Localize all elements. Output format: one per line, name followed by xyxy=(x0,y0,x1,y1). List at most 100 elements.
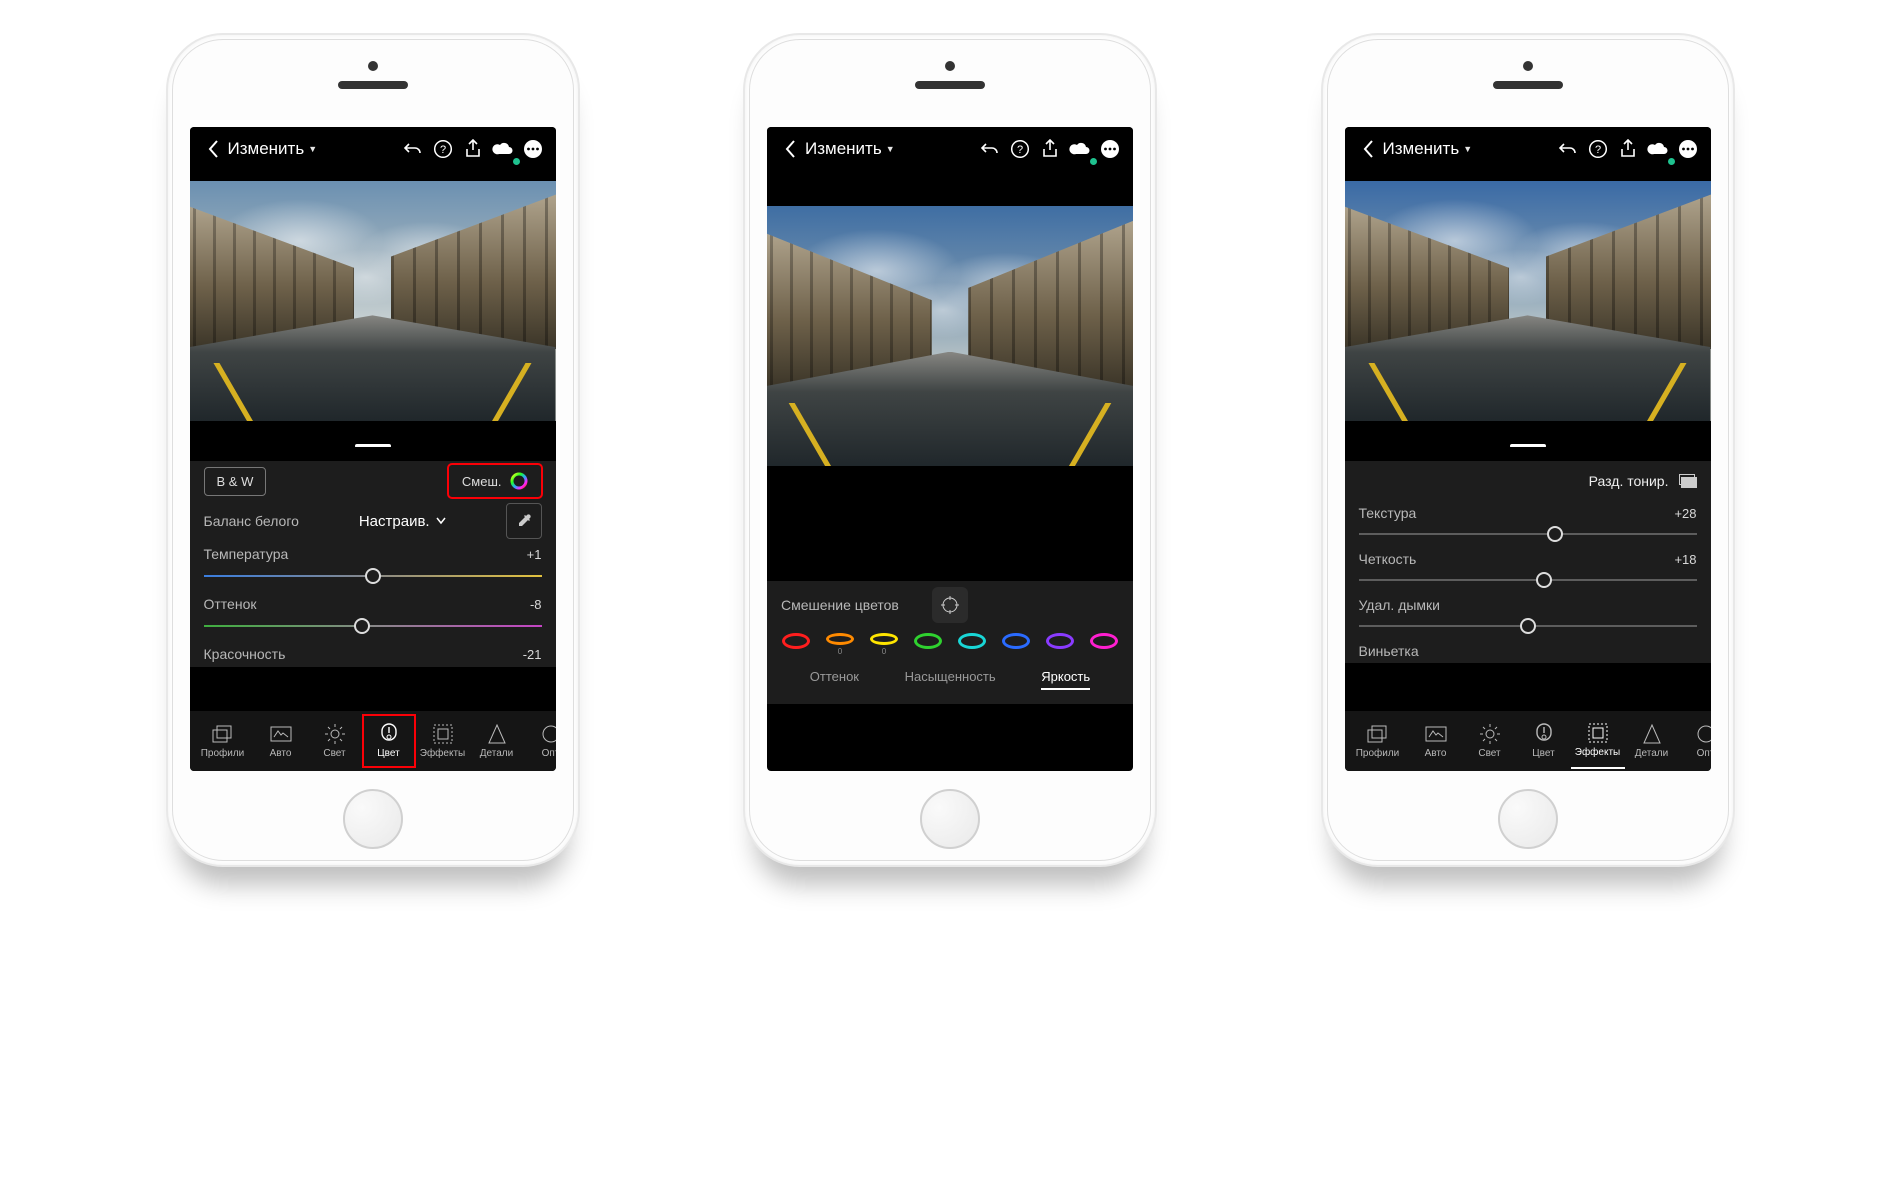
tool-optics[interactable]: Опт xyxy=(1679,714,1711,768)
home-button[interactable] xyxy=(1498,789,1558,849)
chevron-down-icon: ▼ xyxy=(886,144,895,154)
color-swatch[interactable] xyxy=(1093,633,1115,655)
mix-subtabs: Оттенок Насыщенность Яркость xyxy=(767,657,1133,704)
color-swatch[interactable] xyxy=(785,633,807,655)
topbar-title[interactable]: Изменить▼ xyxy=(805,139,895,159)
home-button[interactable] xyxy=(920,789,980,849)
phone-speaker xyxy=(338,81,408,89)
phone-mockup-2: Изменить▼ ? Смешение цветов 00 О xyxy=(745,35,1155,865)
clarity-value: +18 xyxy=(1674,552,1696,567)
tool-detail[interactable]: Детали xyxy=(1625,714,1679,768)
tool-profiles[interactable]: Профили xyxy=(196,714,250,768)
color-swatch-row: 00 xyxy=(767,629,1133,657)
eyedropper-button[interactable] xyxy=(506,503,542,539)
more-icon[interactable] xyxy=(1673,134,1703,164)
dehaze-slider[interactable] xyxy=(1359,617,1697,635)
subtab-luminance[interactable]: Яркость xyxy=(1041,669,1090,690)
color-swatch[interactable] xyxy=(1005,633,1027,655)
more-icon[interactable] xyxy=(518,134,548,164)
tool-effects[interactable]: Эффекты xyxy=(416,714,470,768)
eyedropper-icon xyxy=(515,512,533,530)
auto-icon xyxy=(1425,723,1447,745)
optics-icon xyxy=(540,723,556,745)
svg-text:?: ? xyxy=(439,144,445,156)
targeted-adjust-button[interactable] xyxy=(932,587,968,623)
share-icon[interactable] xyxy=(458,134,488,164)
color-swatch[interactable] xyxy=(961,633,983,655)
tool-profiles[interactable]: Профили xyxy=(1351,714,1405,768)
tool-optics[interactable]: Опт xyxy=(524,714,556,768)
color-swatch[interactable] xyxy=(917,633,939,655)
split-toning-button[interactable]: Разд. тонир. xyxy=(1589,473,1697,489)
undo-icon[interactable] xyxy=(975,134,1005,164)
help-icon[interactable]: ? xyxy=(428,134,458,164)
phone-mockup-1: Изменить▼ ? B & W Смеш. xyxy=(168,35,578,865)
tool-auto[interactable]: Авто xyxy=(1409,714,1463,768)
tool-color[interactable]: Цвет xyxy=(362,714,416,768)
bw-button[interactable]: B & W xyxy=(204,467,267,496)
subtab-hue[interactable]: Оттенок xyxy=(810,669,859,690)
home-button[interactable] xyxy=(343,789,403,849)
app-topbar: Изменить▼ ? xyxy=(767,127,1133,171)
photo-canvas[interactable] xyxy=(190,171,556,431)
share-icon[interactable] xyxy=(1035,134,1065,164)
cloud-sync-icon[interactable] xyxy=(1065,134,1095,164)
panel-drag-handle[interactable] xyxy=(355,444,391,448)
tint-slider[interactable] xyxy=(204,617,542,635)
temperature-slider[interactable] xyxy=(204,567,542,585)
color-swatch[interactable]: 0 xyxy=(873,633,895,655)
topbar-title[interactable]: Изменить▼ xyxy=(1383,139,1473,159)
app-screen-color: Изменить▼ ? B & W Смеш. xyxy=(190,127,556,771)
tool-light[interactable]: Свет xyxy=(1463,714,1517,768)
color-swatch[interactable]: 0 xyxy=(829,633,851,655)
undo-icon[interactable] xyxy=(398,134,428,164)
back-icon[interactable] xyxy=(775,134,805,164)
cloud-sync-icon[interactable] xyxy=(1643,134,1673,164)
profiles-icon xyxy=(212,723,234,745)
back-icon[interactable] xyxy=(1353,134,1383,164)
chevron-down-icon: ▼ xyxy=(308,144,317,154)
undo-icon[interactable] xyxy=(1553,134,1583,164)
phone-speaker xyxy=(1493,81,1563,89)
photo-canvas[interactable] xyxy=(767,171,1133,501)
tool-light[interactable]: Свет xyxy=(308,714,362,768)
color-mix-button[interactable]: Смеш. xyxy=(450,466,540,496)
target-icon xyxy=(940,595,960,615)
effects-panel: Разд. тонир. Текстура+28 Четкость+18 Уда… xyxy=(1345,461,1711,663)
tool-effects[interactable]: Эффекты xyxy=(1571,713,1625,769)
texture-label: Текстура xyxy=(1359,505,1417,521)
app-topbar: Изменить▼ ? xyxy=(1345,127,1711,171)
more-icon[interactable] xyxy=(1095,134,1125,164)
cloud-sync-icon[interactable] xyxy=(488,134,518,164)
tool-detail[interactable]: Детали xyxy=(470,714,524,768)
help-icon[interactable]: ? xyxy=(1583,134,1613,164)
temperature-value: +1 xyxy=(527,547,542,562)
light-icon xyxy=(324,723,346,745)
help-icon[interactable]: ? xyxy=(1005,134,1035,164)
texture-slider[interactable] xyxy=(1359,525,1697,543)
tool-color[interactable]: Цвет xyxy=(1517,714,1571,768)
temperature-label: Температура xyxy=(204,546,289,562)
dehaze-label: Удал. дымки xyxy=(1359,597,1441,613)
effects-icon xyxy=(1587,722,1609,744)
back-icon[interactable] xyxy=(198,134,228,164)
color-icon xyxy=(1533,723,1555,745)
svg-text:?: ? xyxy=(1594,144,1600,156)
tool-auto[interactable]: Авто xyxy=(254,714,308,768)
photo-canvas[interactable] xyxy=(1345,171,1711,431)
panel-drag-handle[interactable] xyxy=(1510,444,1546,448)
share-icon[interactable] xyxy=(1613,134,1643,164)
subtab-saturation[interactable]: Насыщенность xyxy=(905,669,996,690)
app-screen-effects: Изменить▼ ? Разд. тонир. Те xyxy=(1345,127,1711,771)
white-balance-label: Баланс белого xyxy=(204,513,299,529)
tool-strip: Профили Авто Свет Цвет Эффекты Детали Оп… xyxy=(190,711,556,771)
topbar-title[interactable]: Изменить▼ xyxy=(228,139,318,159)
profiles-icon xyxy=(1367,723,1389,745)
phone-camera-dot xyxy=(945,61,955,71)
white-balance-select[interactable]: Настраив. xyxy=(359,513,446,530)
color-swatch[interactable] xyxy=(1049,633,1071,655)
app-topbar: Изменить▼ ? xyxy=(190,127,556,171)
color-panel: B & W Смеш. Баланс белого Настраив. Темп… xyxy=(190,461,556,667)
clarity-slider[interactable] xyxy=(1359,571,1697,589)
detail-icon xyxy=(486,723,508,745)
